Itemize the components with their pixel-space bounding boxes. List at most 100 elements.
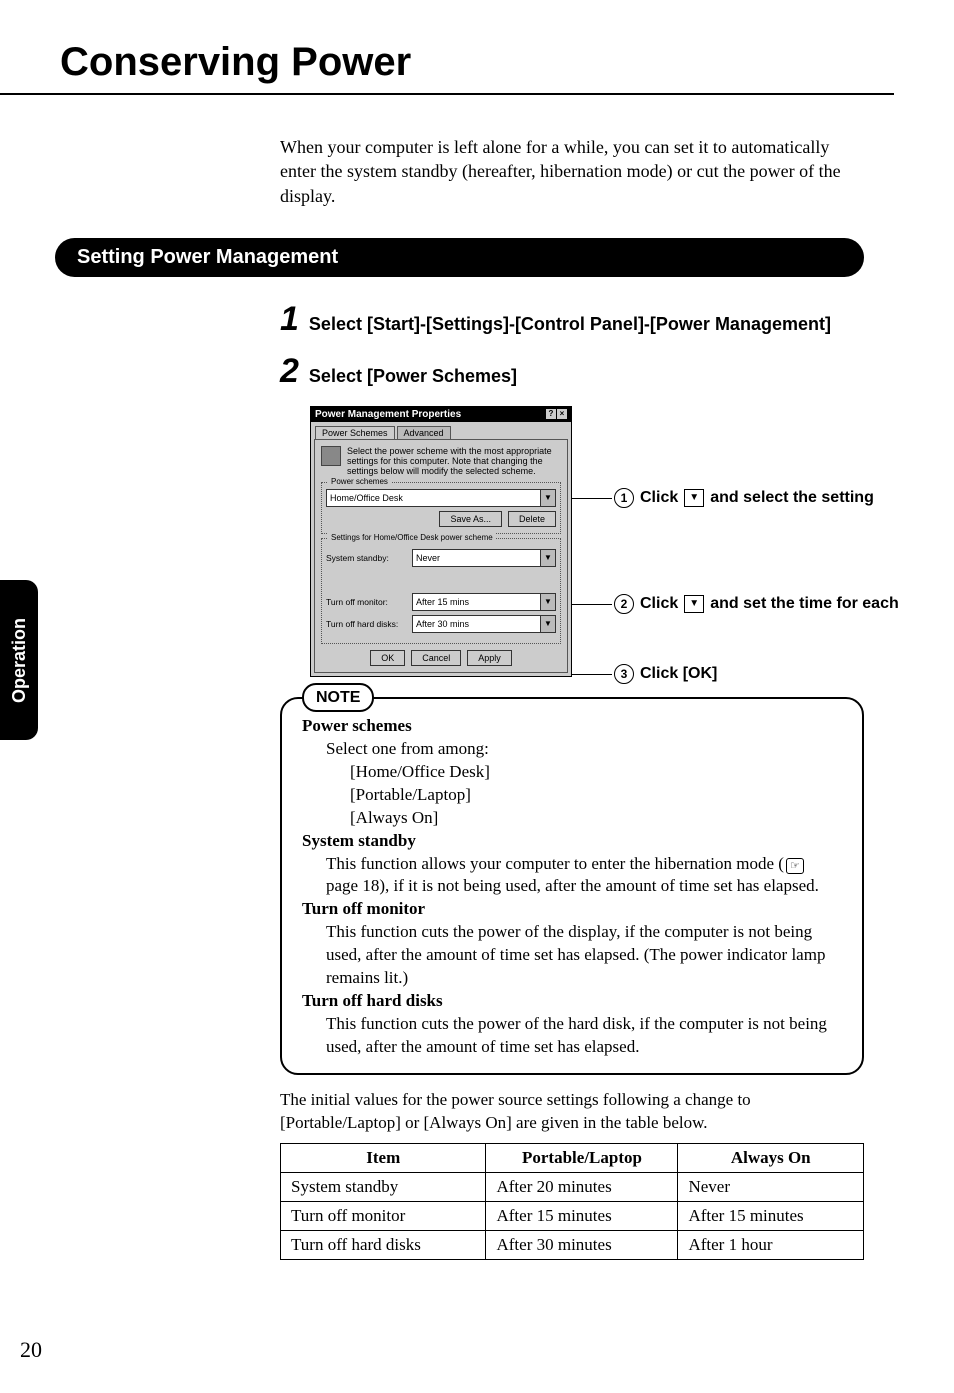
chevron-down-icon[interactable]: ▼ <box>541 593 556 611</box>
label-turn-off-hard-disks: Turn off hard disks: <box>326 619 406 629</box>
note-power-schemes-sub: Select one from among: <box>302 738 842 761</box>
chevron-down-icon[interactable]: ▼ <box>541 489 556 507</box>
standby-combo-value: Never <box>412 549 541 567</box>
settings-table: Item Portable/Laptop Always On System st… <box>280 1143 864 1260</box>
close-icon[interactable]: × <box>557 409 567 419</box>
callout-1-pre: Click <box>640 489 678 507</box>
monitor-combo[interactable]: After 15 mins ▼ <box>412 593 556 611</box>
chevron-down-icon[interactable]: ▼ <box>541 615 556 633</box>
callout-2: 2 Click ▼ and set the time for each <box>614 594 899 614</box>
table-cell-always: After 1 hour <box>678 1230 864 1259</box>
step-1-text: Select [Start]-[Settings]-[Control Panel… <box>309 314 831 335</box>
label-turn-off-monitor: Turn off monitor: <box>326 597 406 607</box>
label-system-standby: System standby: <box>326 553 406 563</box>
callouts: 1 Click ▼ and select the setting 2 Click… <box>572 406 864 677</box>
step-2-text: Select [Power Schemes] <box>309 366 517 387</box>
note-heading-system-standby: System standby <box>302 830 842 853</box>
callout-1-number: 1 <box>614 488 634 508</box>
callout-2-pre: Click <box>640 595 678 613</box>
delete-button[interactable]: Delete <box>508 511 556 527</box>
row-turn-off-monitor: Turn off monitor: After 15 mins ▼ <box>326 593 556 611</box>
side-tab-label: Operation <box>9 617 30 702</box>
callout-1-post: and select the setting <box>710 489 874 507</box>
intro-paragraph: When your computer is left alone for a w… <box>280 135 864 208</box>
table-cell-always: Never <box>678 1172 864 1201</box>
note-standby-body-b: page 18), if it is not being used, after… <box>326 876 819 895</box>
section-heading: Setting Power Management <box>55 238 864 277</box>
step-1-number: 1 <box>280 302 299 336</box>
note-option-portable: [Portable/Laptop] <box>302 784 842 807</box>
side-tab: Operation <box>0 580 38 740</box>
legend-settings: Settings for Home/Office Desk power sche… <box>328 533 496 542</box>
step-2: 2 Select [Power Schemes] <box>280 354 864 388</box>
callout-1: 1 Click ▼ and select the setting <box>614 488 874 508</box>
scheme-combo[interactable]: Home/Office Desk ▼ <box>326 489 556 507</box>
dialog-area: Power Management Properties ? × Power Sc… <box>310 406 864 677</box>
dialog-body: Select the power scheme with the most ap… <box>314 439 568 673</box>
dialog-icon <box>321 446 341 466</box>
note-heading-power-schemes: Power schemes <box>302 715 842 738</box>
table-cell-portable: After 20 minutes <box>486 1172 678 1201</box>
note-turn-off-monitor-body: This function cuts the power of the disp… <box>302 921 842 990</box>
note-system-standby-body: This function allows your computer to en… <box>302 853 842 899</box>
help-icon[interactable]: ? <box>546 409 556 419</box>
page-number: 20 <box>20 1337 42 1363</box>
scheme-button-row: Save As... Delete <box>326 511 556 527</box>
callout-3-number: 3 <box>614 664 634 684</box>
fieldset-settings: Settings for Home/Office Desk power sche… <box>321 538 561 644</box>
table-head-portable: Portable/Laptop <box>486 1143 678 1172</box>
monitor-combo-value: After 15 mins <box>412 593 541 611</box>
table-row: System standby After 20 minutes Never <box>281 1172 864 1201</box>
chevron-down-icon[interactable]: ▼ <box>541 549 556 567</box>
note-option-home-office: [Home/Office Desk] <box>302 761 842 784</box>
standby-combo[interactable]: Never ▼ <box>412 549 556 567</box>
cancel-button[interactable]: Cancel <box>411 650 461 666</box>
save-as-button[interactable]: Save As... <box>439 511 502 527</box>
table-cell-item: System standby <box>281 1172 486 1201</box>
table-row: Turn off monitor After 15 minutes After … <box>281 1201 864 1230</box>
row-system-standby: System standby: Never ▼ <box>326 549 556 567</box>
row-turn-off-hard-disks: Turn off hard disks: After 30 mins ▼ <box>326 615 556 633</box>
apply-button[interactable]: Apply <box>467 650 512 666</box>
table-header-row: Item Portable/Laptop Always On <box>281 1143 864 1172</box>
callout-3: 3 Click [OK] <box>614 664 717 684</box>
table-cell-always: After 15 minutes <box>678 1201 864 1230</box>
legend-power-schemes: Power schemes <box>328 477 391 486</box>
table-head-always: Always On <box>678 1143 864 1172</box>
title-divider <box>0 93 894 95</box>
step-1: 1 Select [Start]-[Settings]-[Control Pan… <box>280 302 864 336</box>
table-cell-item: Turn off hard disks <box>281 1230 486 1259</box>
table-head-item: Item <box>281 1143 486 1172</box>
power-management-dialog: Power Management Properties ? × Power Sc… <box>310 406 572 677</box>
callout-3-text: Click [OK] <box>640 665 717 683</box>
paragraph-after-note: The initial values for the power source … <box>280 1089 864 1135</box>
note-heading-turn-off-hard-disks: Turn off hard disks <box>302 990 842 1013</box>
table-cell-portable: After 30 minutes <box>486 1230 678 1259</box>
note-heading-turn-off-monitor: Turn off monitor <box>302 898 842 921</box>
dialog-description-row: Select the power scheme with the most ap… <box>321 446 561 476</box>
dialog-button-row: OK Cancel Apply <box>321 650 561 666</box>
callout-2-post: and set the time for each <box>710 595 899 613</box>
dropdown-icon: ▼ <box>684 595 704 613</box>
callout-2-number: 2 <box>614 594 634 614</box>
ok-button[interactable]: OK <box>370 650 405 666</box>
tab-advanced[interactable]: Advanced <box>397 426 451 439</box>
page-ref-icon: ☞ <box>786 858 804 875</box>
table-row: Turn off hard disks After 30 minutes Aft… <box>281 1230 864 1259</box>
scheme-combo-value: Home/Office Desk <box>326 489 541 507</box>
note-box: NOTE Power schemes Select one from among… <box>280 697 864 1075</box>
content-area: 1 Select [Start]-[Settings]-[Control Pan… <box>280 302 864 1260</box>
step-2-number: 2 <box>280 354 299 388</box>
window-buttons: ? × <box>546 409 567 419</box>
hard-disks-combo[interactable]: After 30 mins ▼ <box>412 615 556 633</box>
dialog-tabs: Power Schemes Advanced <box>311 422 571 439</box>
page-title: Conserving Power <box>60 40 894 85</box>
fieldset-power-schemes: Power schemes Home/Office Desk ▼ Save As… <box>321 482 561 534</box>
tab-power-schemes[interactable]: Power Schemes <box>315 426 395 439</box>
note-option-always-on: [Always On] <box>302 807 842 830</box>
page: Conserving Power When your computer is l… <box>0 0 954 1393</box>
note-label: NOTE <box>302 683 374 713</box>
hard-disks-combo-value: After 30 mins <box>412 615 541 633</box>
dropdown-icon: ▼ <box>684 489 704 507</box>
table-cell-item: Turn off monitor <box>281 1201 486 1230</box>
